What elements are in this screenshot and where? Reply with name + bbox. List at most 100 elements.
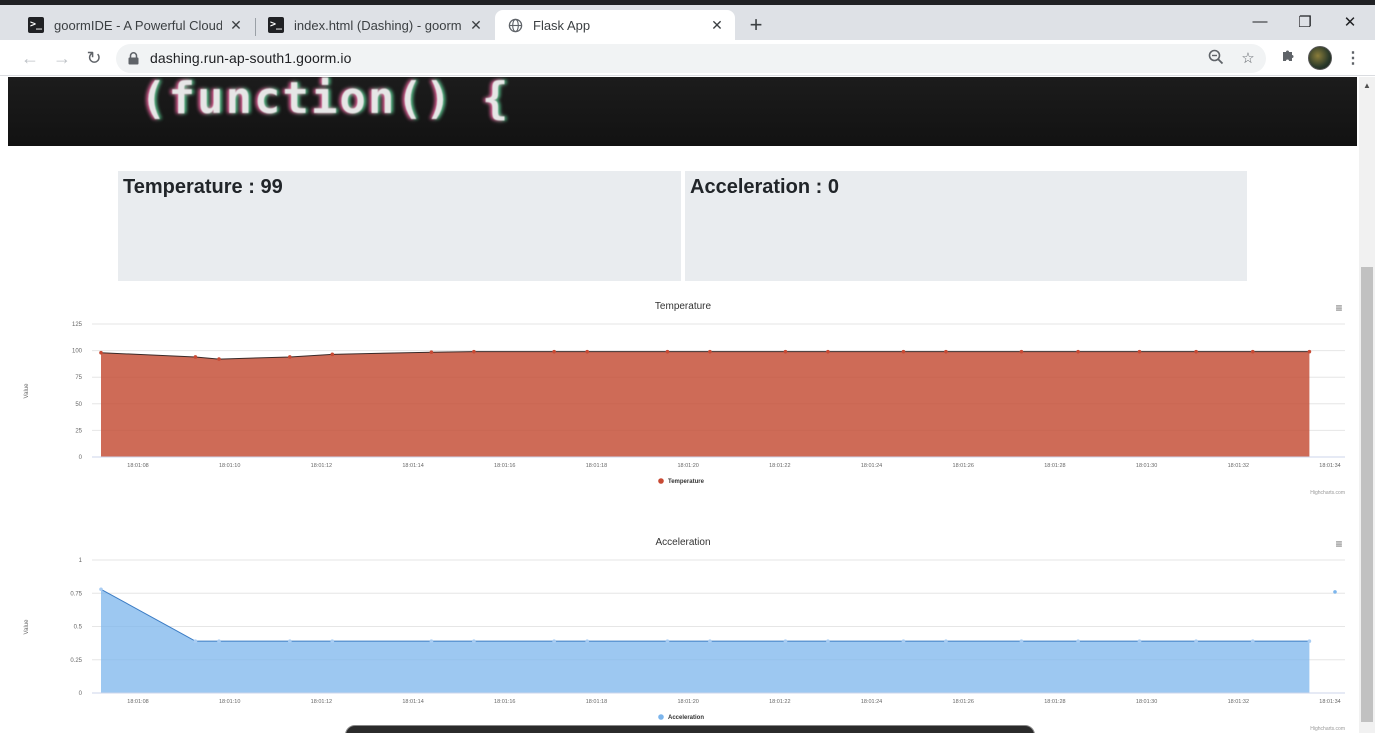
- data-point[interactable]: [472, 349, 476, 354]
- zoom-icon[interactable]: [1206, 49, 1226, 69]
- chart-legend[interactable]: Temperature: [658, 478, 705, 485]
- star-icon[interactable]: ☆: [1238, 49, 1258, 69]
- tab-strip: >_ goormIDE - A Powerful Cloud IDE ✕ >_ …: [0, 0, 1375, 40]
- data-point[interactable]: [330, 352, 335, 357]
- minimize-button[interactable]: —: [1246, 13, 1274, 35]
- data-point[interactable]: [1137, 639, 1142, 643]
- data-point[interactable]: [901, 639, 906, 643]
- x-tick-label: 18:01:12: [311, 699, 332, 705]
- data-point[interactable]: [783, 349, 788, 354]
- puzzle-icon[interactable]: [1276, 47, 1300, 71]
- data-point[interactable]: [429, 350, 434, 354]
- window-close-button[interactable]: ✕: [1336, 13, 1364, 35]
- temperature-readout: Temperature : 99: [123, 176, 283, 198]
- data-point[interactable]: [1076, 349, 1080, 354]
- data-point[interactable]: [472, 639, 476, 643]
- x-tick-label: 18:01:32: [1228, 699, 1249, 705]
- data-point[interactable]: [665, 349, 670, 354]
- data-point[interactable]: [288, 639, 292, 643]
- data-point[interactable]: [1194, 349, 1198, 354]
- legend-label[interactable]: Temperature: [668, 479, 705, 485]
- new-tab-button[interactable]: +: [744, 14, 768, 38]
- data-point[interactable]: [217, 639, 221, 643]
- data-point[interactable]: [585, 349, 589, 354]
- data-point[interactable]: [1137, 349, 1142, 354]
- chart-menu-icon[interactable]: ≡: [1335, 301, 1342, 315]
- browser-toolbar: ← → ↻ dashing.run-ap-south1.goorm.io ☆ ⋮: [0, 40, 1375, 76]
- x-tick-label: 18:01:20: [677, 463, 698, 469]
- series-line: [100, 588, 1310, 642]
- reload-button[interactable]: ↻: [82, 46, 106, 70]
- data-point[interactable]: [193, 355, 198, 359]
- back-button[interactable]: ←: [18, 46, 42, 70]
- scroll-thumb[interactable]: [1361, 267, 1373, 722]
- acceleration-chart-svg: Acceleration ≡ Value Highcharts.com 0 0.2…: [24, 537, 1345, 732]
- data-point[interactable]: [1250, 349, 1255, 354]
- profile-avatar[interactable]: [1308, 46, 1332, 70]
- chart-menu-icon[interactable]: ≡: [1335, 537, 1342, 551]
- data-point[interactable]: [552, 349, 556, 354]
- data-point[interactable]: [1019, 349, 1024, 354]
- data-point[interactable]: [944, 349, 948, 354]
- data-point[interactable]: [99, 587, 103, 592]
- y-tick-label: 100: [72, 349, 83, 355]
- browser-menu-button[interactable]: ⋮: [1341, 47, 1365, 71]
- close-icon[interactable]: ✕: [228, 17, 244, 33]
- scroll-up-icon[interactable]: ▲: [1359, 79, 1375, 93]
- data-point[interactable]: [1333, 590, 1337, 594]
- x-tick-label: 18:01:22: [769, 699, 790, 705]
- x-tick-label: 18:01:28: [1044, 699, 1065, 705]
- tab-goormide[interactable]: >_ goormIDE - A Powerful Cloud IDE ✕: [16, 10, 254, 40]
- tab-flask-app[interactable]: Flask App ✕: [495, 10, 735, 40]
- chart-credits[interactable]: Highcharts.com: [1310, 726, 1345, 732]
- page-scrollbar[interactable]: ▲: [1359, 77, 1375, 733]
- legend-label[interactable]: Acceleration: [668, 715, 704, 721]
- close-icon[interactable]: ✕: [709, 17, 725, 33]
- data-point[interactable]: [826, 349, 830, 354]
- data-point[interactable]: [1076, 639, 1080, 643]
- data-point[interactable]: [944, 639, 948, 643]
- data-point[interactable]: [1307, 639, 1312, 643]
- data-point[interactable]: [217, 357, 221, 361]
- data-point[interactable]: [585, 639, 589, 643]
- data-point[interactable]: [288, 355, 292, 359]
- data-point[interactable]: [783, 639, 788, 643]
- terminal-icon: >_: [268, 17, 284, 33]
- data-point[interactable]: [1194, 639, 1198, 643]
- x-tick-label: 18:01:28: [1044, 463, 1065, 469]
- x-tick-label: 18:01:14: [402, 463, 423, 469]
- temperature-card: Temperature : 99: [118, 171, 681, 281]
- series-area: [101, 351, 1310, 457]
- data-point[interactable]: [429, 639, 434, 643]
- data-point[interactable]: [1019, 639, 1024, 643]
- data-point[interactable]: [826, 639, 830, 643]
- maximize-button[interactable]: ❐: [1291, 13, 1319, 35]
- data-point[interactable]: [665, 639, 670, 643]
- data-point[interactable]: [901, 349, 906, 354]
- data-point[interactable]: [99, 350, 103, 355]
- data-point[interactable]: [708, 349, 712, 354]
- y-tick-label: 75: [75, 375, 82, 381]
- close-icon[interactable]: ✕: [468, 17, 484, 33]
- data-point[interactable]: [193, 639, 198, 643]
- x-tick-label: 18:01:24: [861, 699, 882, 705]
- data-point[interactable]: [708, 639, 712, 643]
- data-point[interactable]: [1250, 639, 1255, 643]
- x-tick-label: 18:01:10: [219, 699, 240, 705]
- chart-legend[interactable]: Acceleration: [658, 714, 704, 721]
- tab-index-html[interactable]: >_ index.html (Dashing) - goormIDE ✕: [256, 10, 494, 40]
- y-axis-title: Value: [24, 619, 30, 635]
- data-point[interactable]: [330, 639, 335, 643]
- chart-credits[interactable]: Highcharts.com: [1310, 490, 1345, 496]
- lock-icon[interactable]: [128, 52, 139, 65]
- y-axis-title: Value: [24, 383, 30, 399]
- y-tick-label: 0.5: [74, 625, 83, 631]
- data-point[interactable]: [1307, 349, 1312, 354]
- legend-symbol[interactable]: [658, 714, 664, 720]
- data-point[interactable]: [552, 639, 556, 643]
- tab-title: index.html (Dashing) - goormIDE: [294, 17, 462, 33]
- legend-symbol[interactable]: [658, 478, 664, 484]
- address-bar[interactable]: dashing.run-ap-south1.goorm.io ☆: [116, 44, 1266, 73]
- x-tick-label: 18:01:26: [953, 463, 974, 469]
- forward-button[interactable]: →: [50, 46, 74, 70]
